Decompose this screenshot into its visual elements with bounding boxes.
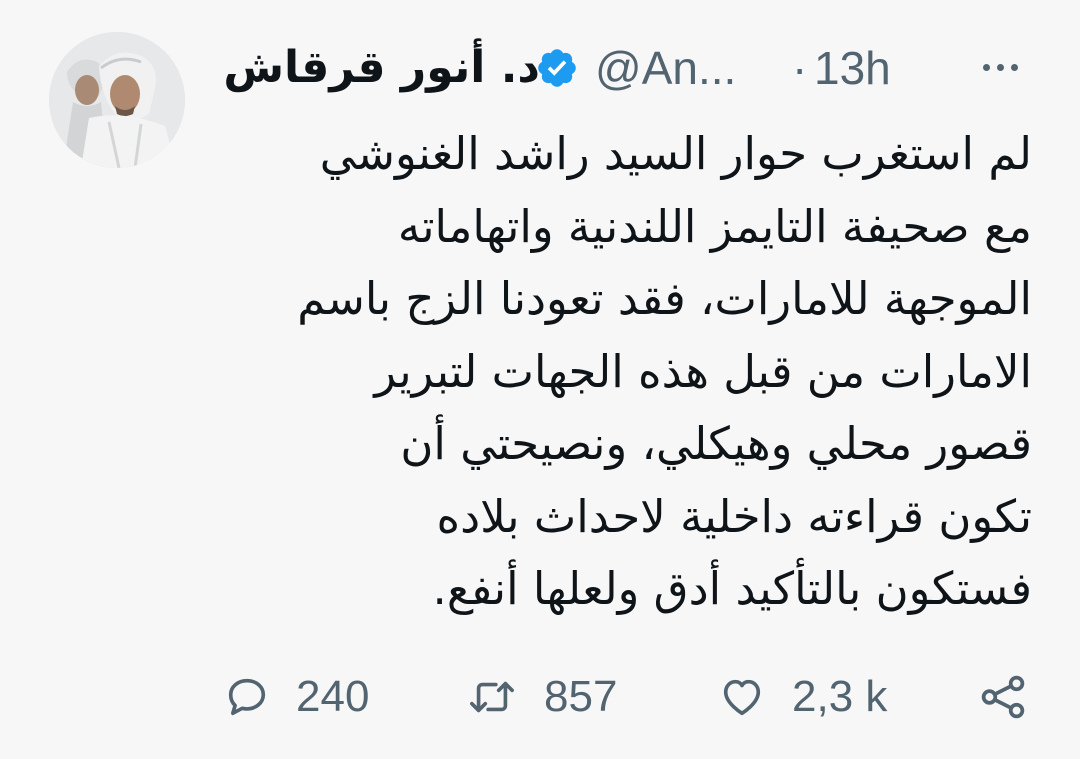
reply-count: 240 bbox=[296, 672, 370, 721]
share-button[interactable] bbox=[978, 672, 1028, 722]
more-dot bbox=[996, 63, 1004, 71]
tweet-timestamp[interactable]: 13h bbox=[814, 38, 891, 98]
share-icon bbox=[981, 675, 1025, 719]
retweet-count: 857 bbox=[544, 672, 618, 721]
author-handle[interactable]: @An... bbox=[595, 38, 736, 98]
tweet-text-line: الموجهة للامارات، فقد تعودنا الزج باسم bbox=[297, 272, 1032, 325]
tweet-header: د. أنور قرقاش @An... · 13h bbox=[220, 34, 1040, 104]
tweet-text-line: قصور محلي وهيكلي، ونصيحتي أن bbox=[400, 417, 1032, 470]
tweet-text-line: مع صحيفة التايمز اللندنية واتهاماته bbox=[397, 199, 1032, 253]
tweet-text-line: الامارات من قبل هذه الجهات لتبرير bbox=[374, 344, 1032, 398]
more-dot bbox=[1010, 63, 1018, 71]
reply-button[interactable]: 240 bbox=[224, 672, 369, 722]
more-dot bbox=[982, 63, 990, 71]
tweet-card[interactable]: د. أنور قرقاش @An... · 13h لم استغرب حوا… bbox=[0, 0, 1080, 759]
like-button[interactable]: 2,3 k bbox=[718, 672, 887, 722]
author-display-name[interactable]: د. أنور قرقاش bbox=[223, 38, 540, 98]
heart-icon bbox=[723, 679, 761, 716]
avatar[interactable] bbox=[49, 32, 185, 168]
more-dots-icon[interactable] bbox=[972, 52, 1028, 82]
like-count: 2,3 k bbox=[792, 672, 888, 721]
tweet-text: لم استغرب حوار السيد راشد الغنوشي مع صحي… bbox=[242, 118, 1032, 626]
tweet-text-line: لم استغرب حوار السيد راشد الغنوشي bbox=[319, 127, 1032, 180]
tweet-text-line: فستكون بالتأكيد أدق ولعلها أنفع. bbox=[432, 562, 1032, 615]
tweet-actions-bar: 240 857 2,3 k bbox=[0, 662, 1080, 732]
header-separator: · bbox=[792, 42, 808, 94]
retweet-button[interactable]: 857 bbox=[466, 672, 617, 722]
reply-bubble-icon bbox=[228, 678, 266, 716]
tweet-text-line: تكون قراءته داخلية لاحداث بلاده bbox=[436, 489, 1032, 543]
retweet-arrows-icon bbox=[470, 681, 514, 713]
verified-badge-icon bbox=[535, 46, 579, 90]
